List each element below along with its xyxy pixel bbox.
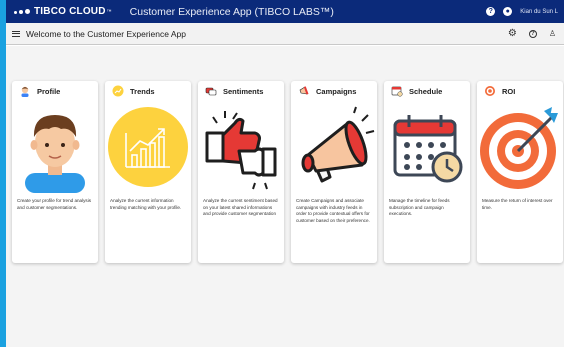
card-sentiments[interactable]: Sentiments Analyze the current sentiment… (198, 81, 284, 263)
trend-chart-icon (112, 85, 124, 97)
card-description: Manage the timeline for feeds subscripti… (389, 198, 450, 217)
card-description: Measure the return of interest over time… (482, 198, 553, 210)
tibco-logo-icon (14, 9, 30, 14)
hamburger-menu-icon[interactable] (12, 30, 20, 37)
sentiments-illustration (198, 101, 284, 193)
brand-logo[interactable]: TIBCO CLOUD ™ (14, 6, 112, 17)
trends-illustration (105, 101, 191, 193)
target-icon (484, 85, 496, 97)
top-bar: TIBCO CLOUD ™ Customer Experience App (T… (6, 0, 564, 23)
calendar-clock-icon (391, 85, 403, 97)
help-icon[interactable]: ? (486, 7, 496, 16)
card-description: Analyze the current information trending… (110, 198, 182, 210)
card-title: Profile (37, 86, 61, 96)
card-schedule[interactable]: Schedule Manage the timeline for feeds s… (384, 81, 470, 263)
megaphone-icon (298, 85, 310, 97)
thumbs-up-down-icon (205, 85, 217, 97)
card-title: Sentiments (223, 86, 264, 96)
card-title: Campaigns (316, 86, 357, 96)
help-circle-icon[interactable]: ? (528, 29, 537, 38)
brand-name: TIBCO CLOUD (34, 6, 106, 17)
brand-trademark: ™ (106, 8, 112, 15)
user-avatar-icon[interactable]: ● (503, 7, 513, 16)
card-roi[interactable]: ROI Measure the return of interest over … (477, 81, 563, 263)
card-profile[interactable]: Profile Create your profile for trend an… (12, 81, 98, 263)
user-name[interactable]: Kian du Sun L (520, 9, 558, 15)
card-description: Create your profile for trend analysis a… (17, 198, 92, 210)
profile-illustration (12, 101, 98, 193)
app-title: Customer Experience App (TIBCO LABS™) (129, 5, 334, 18)
roi-illustration (477, 101, 563, 193)
main-content: Profile Create your profile for trend an… (6, 46, 564, 347)
campaigns-illustration (291, 101, 377, 193)
settings-gear-icon[interactable]: ⚙ (508, 28, 517, 39)
card-description: Analyze the current sentiment based on y… (203, 198, 278, 217)
card-title: Schedule (409, 86, 443, 96)
person-icon (19, 85, 31, 97)
account-icon[interactable]: ♙ (549, 29, 556, 38)
schedule-illustration (384, 101, 470, 193)
card-trends[interactable]: Trends Analyze the current information t… (105, 81, 191, 263)
card-title: Trends (130, 86, 155, 96)
card-campaigns[interactable]: Campaigns Create Campaigns and associate… (291, 81, 377, 263)
card-title: ROI (502, 86, 516, 96)
page-title: Welcome to the Customer Experience App (26, 28, 187, 39)
card-description: Create Campaigns and associate campaigns… (296, 198, 370, 223)
sub-header: Welcome to the Customer Experience App ⚙… (6, 23, 564, 45)
